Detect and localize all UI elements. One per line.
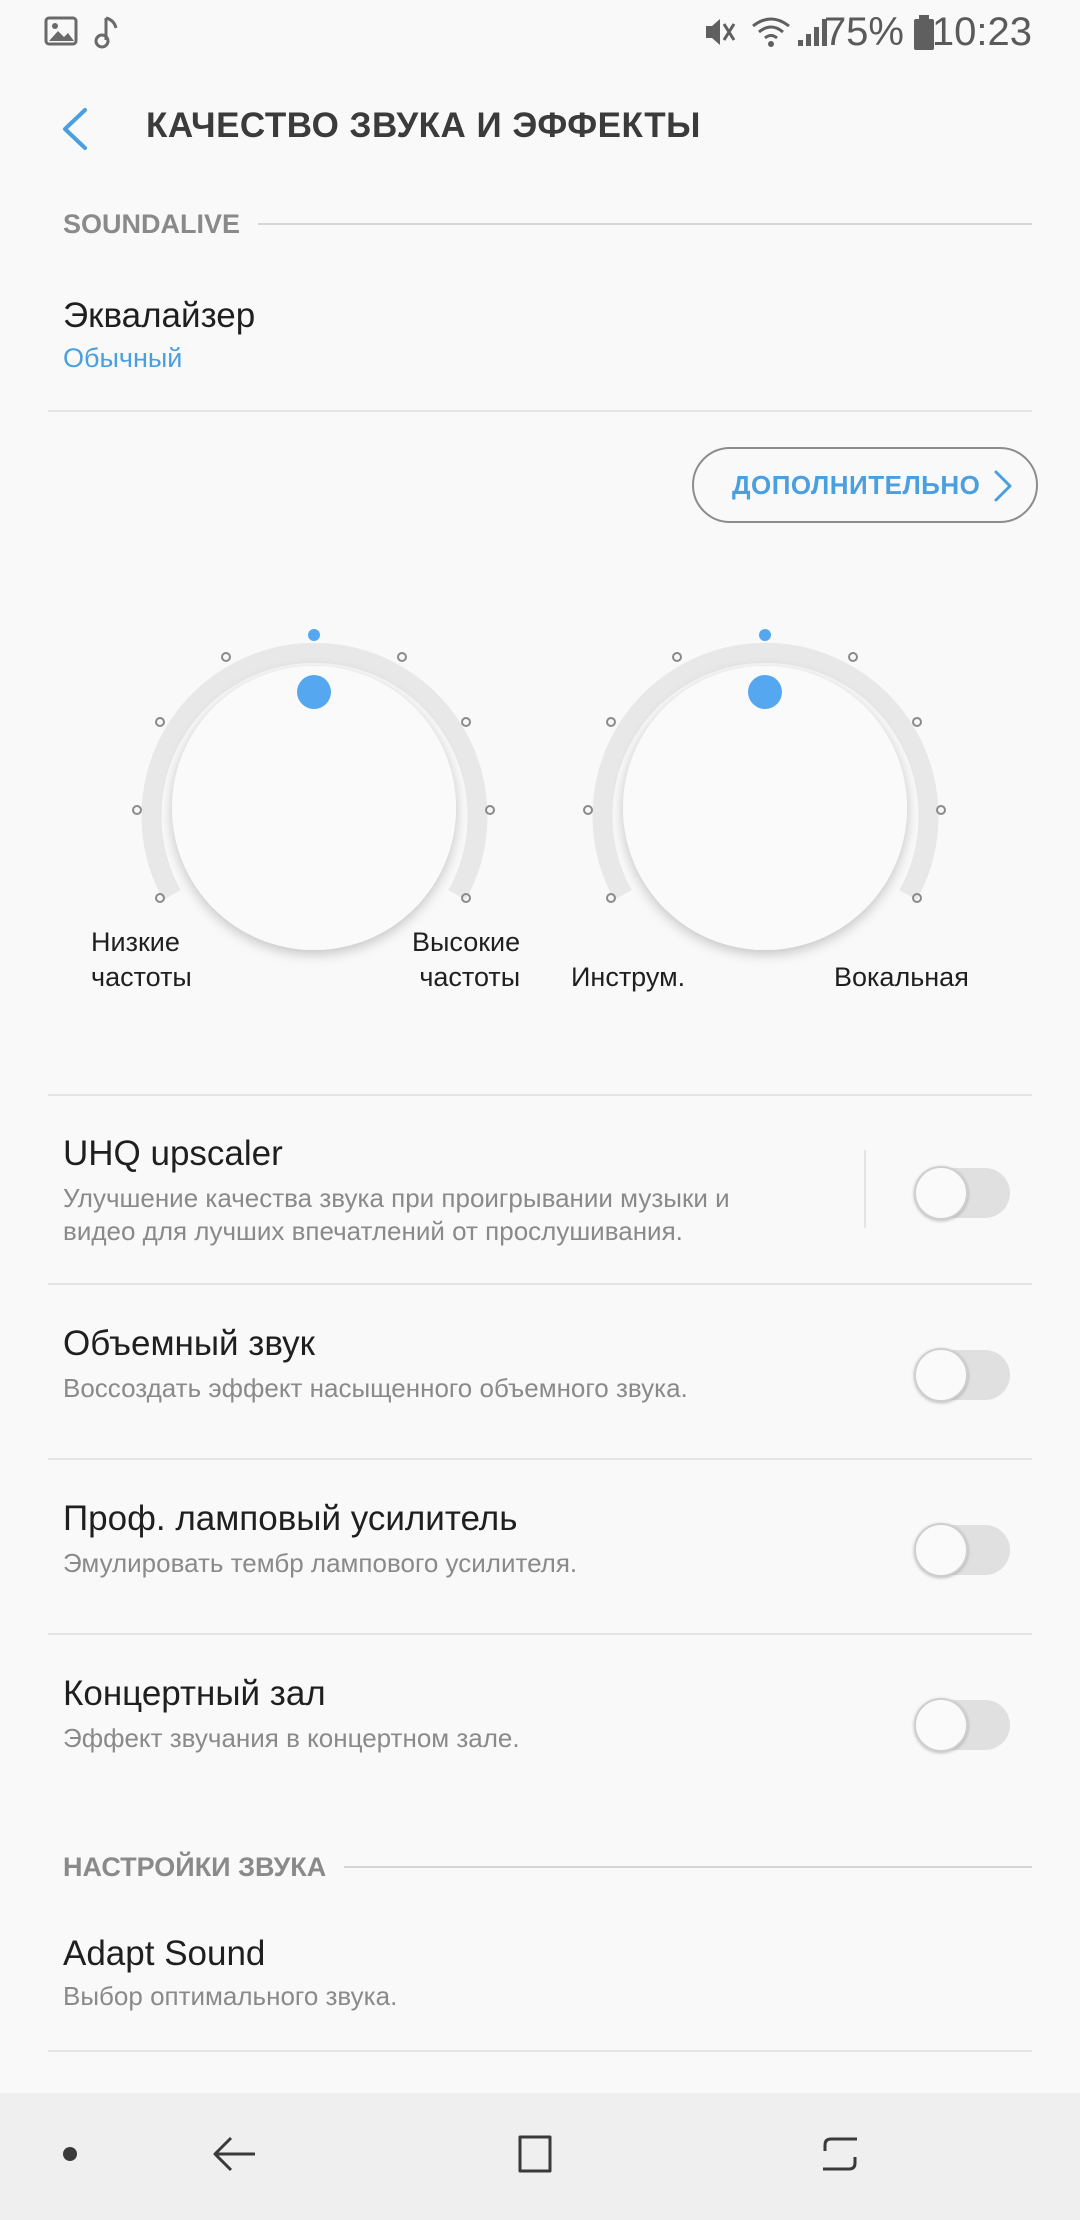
app-bar: КАЧЕСТВО ЗВУКА И ЭФФЕКТЫ [0, 66, 1080, 192]
scale-dot [912, 717, 922, 727]
divider [48, 410, 1032, 412]
nav-dot-button[interactable] [40, 2093, 100, 2220]
equalizer-title: Эквалайзер [63, 296, 256, 335]
bass-treble-knob[interactable] [132, 629, 495, 950]
toggle-thumb [914, 1698, 968, 1752]
concert-hall-subtitle: Эффект звучания в концертном зале. [63, 1723, 520, 1753]
uhq-upscaler-toggle[interactable] [914, 1160, 1010, 1220]
back-icon [211, 2132, 259, 2181]
adapt-sound-subtitle: Выбор оптимального звука. [63, 1981, 398, 2011]
instrument-vocal-knob[interactable] [583, 629, 946, 950]
divider [48, 1458, 1032, 1460]
vertical-divider [864, 1150, 866, 1228]
scale-dot [221, 652, 231, 662]
wifi-icon [750, 14, 792, 55]
chevron-right-icon [992, 469, 1014, 508]
status-time: 10:23 [931, 10, 1032, 54]
nav-home-button[interactable] [495, 2093, 575, 2220]
scale-dot [606, 717, 616, 727]
mute-icon [700, 14, 738, 55]
concert-hall-toggle[interactable] [914, 1692, 1010, 1752]
section-divider [258, 223, 1032, 225]
scale-dot [848, 652, 858, 662]
knob-indicator [297, 675, 331, 709]
surround-sound-subtitle: Воссоздать эффект насыщенного объемного … [63, 1373, 688, 1403]
page-title: КАЧЕСТВО ЗВУКА И ЭФФЕКТЫ [146, 106, 701, 145]
equalizer-row[interactable]: Эквалайзер Обычный [48, 280, 1032, 410]
divider [48, 1633, 1032, 1635]
uhq-upscaler-subtitle: Улучшение качества звука при проигрывани… [63, 1183, 730, 1246]
tube-amp-row[interactable]: Проф. ламповый усилитель Эмулировать тем… [48, 1475, 1032, 1625]
divider [48, 1094, 1032, 1096]
knob-indicator [748, 675, 782, 709]
scale-dot [397, 652, 407, 662]
back-button[interactable] [44, 96, 104, 166]
scale-dot [132, 805, 142, 815]
tube-amp-subtitle: Эмулировать тембр лампового усилителя. [63, 1548, 578, 1578]
surround-sound-toggle[interactable] [914, 1342, 1010, 1402]
home-icon [512, 2131, 558, 2182]
divider [48, 1283, 1032, 1285]
dot-icon [61, 2145, 79, 2168]
scale-dot [672, 652, 682, 662]
surround-sound-title: Объемный звук [63, 1324, 315, 1363]
scale-dot [155, 717, 165, 727]
tube-amp-title: Проф. ламповый усилитель [63, 1499, 518, 1538]
knob-label-instrument: Инструм. [571, 962, 686, 992]
toggle-thumb [914, 1523, 968, 1577]
uhq-upscaler-row[interactable]: UHQ upscaler Улучшение качества звука пр… [48, 1110, 1032, 1280]
toggle-thumb [914, 1166, 968, 1220]
advanced-button[interactable]: ДОПОЛНИТЕЛЬНО [692, 447, 1038, 523]
image-icon [44, 14, 78, 53]
knob-label-treble: Высокие частоты [412, 927, 521, 992]
divider [48, 2050, 1032, 2052]
status-bar: 75% 10:23 [0, 0, 1080, 66]
section-divider [344, 1866, 1032, 1868]
section-label: SOUNDALIVE [63, 208, 241, 239]
concert-hall-title: Концертный зал [63, 1674, 326, 1713]
scale-dot [583, 805, 593, 815]
uhq-upscaler-title: UHQ upscaler [63, 1134, 283, 1173]
recents-icon [817, 2131, 863, 2182]
equalizer-value: Обычный [63, 343, 183, 373]
concert-hall-row[interactable]: Концертный зал Эффект звучания в концерт… [48, 1650, 1032, 1800]
knob-label-bass: Низкие частоты [91, 927, 192, 992]
scale-dot [461, 717, 471, 727]
advanced-button-label: ДОПОЛНИТЕЛЬНО [732, 469, 981, 500]
nav-back-button[interactable] [195, 2093, 275, 2220]
adapt-sound-title: Adapt Sound [63, 1934, 266, 1973]
scale-dot-active [308, 629, 320, 641]
scale-dot-active [759, 629, 771, 641]
navigation-bar [0, 2093, 1080, 2220]
nav-recents-button[interactable] [800, 2093, 880, 2220]
music-note-icon [94, 14, 122, 55]
adapt-sound-row[interactable]: Adapt Sound Выбор оптимального звука. [48, 1920, 1032, 2050]
section-header-soundalive: SOUNDALIVE [63, 204, 1032, 244]
tube-amp-toggle[interactable] [914, 1517, 1010, 1577]
surround-sound-row[interactable]: Объемный звук Воссоздать эффект насыщенн… [48, 1300, 1032, 1450]
section-header-sound-settings: НАСТРОЙКИ ЗВУКА [63, 1847, 1032, 1887]
back-arrow-icon [57, 104, 91, 159]
knob-label-vocal: Вокальная [834, 962, 969, 992]
section-label: НАСТРОЙКИ ЗВУКА [63, 1851, 327, 1882]
battery-percent: 75% [823, 10, 904, 54]
toggle-thumb [914, 1348, 968, 1402]
